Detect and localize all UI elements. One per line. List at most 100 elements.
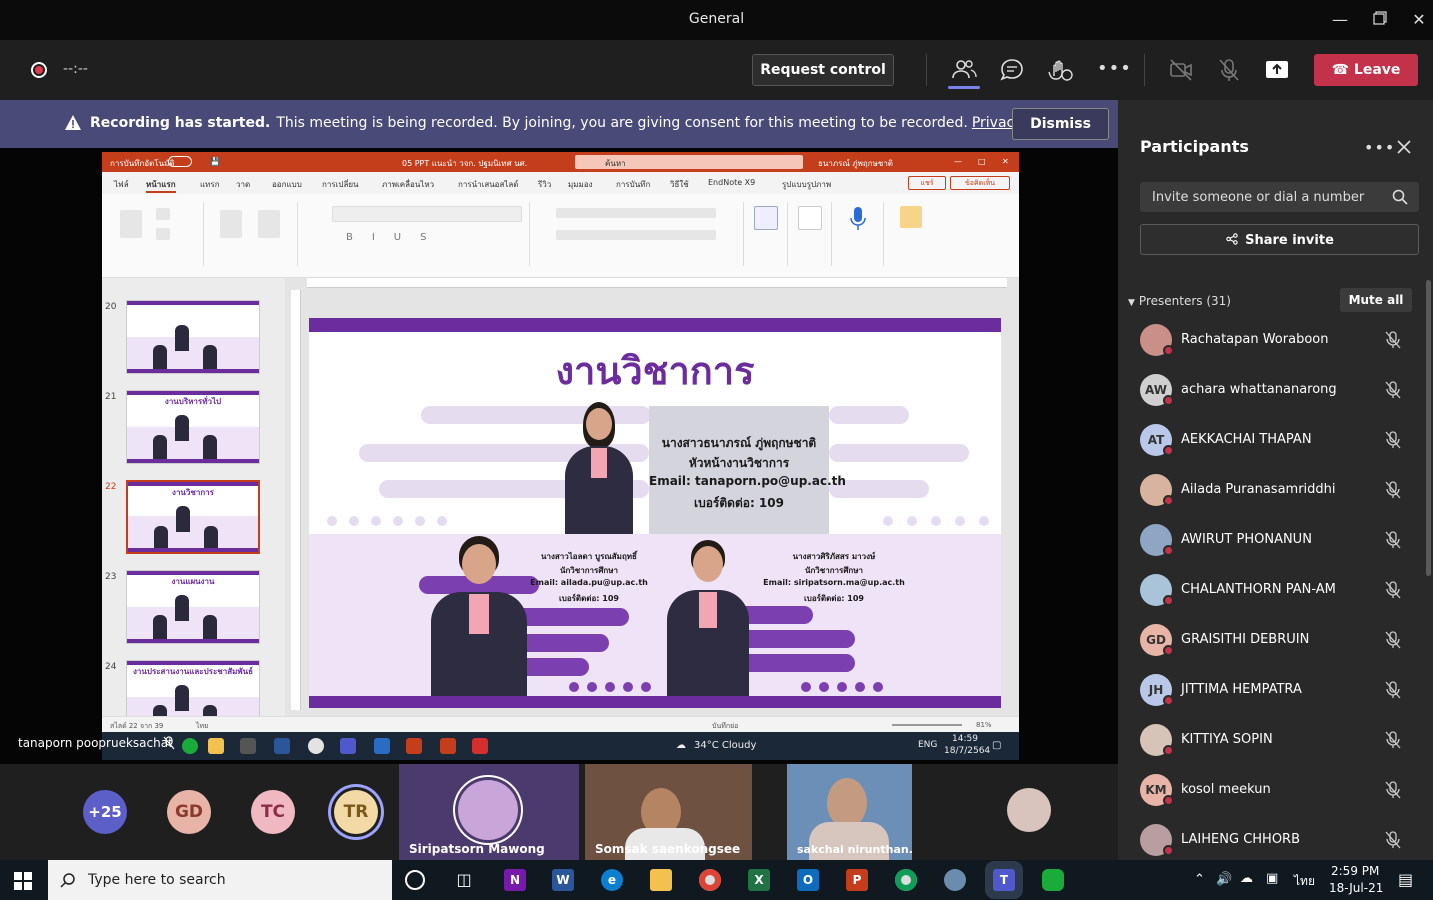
windows-start-icon[interactable] xyxy=(14,872,32,890)
participant-row[interactable]: KM kosol meekun xyxy=(1140,766,1420,816)
participant-row[interactable]: AT AEKKACHAI THAPAN xyxy=(1140,416,1420,466)
ppt-search-box[interactable]: ค้นหา xyxy=(575,155,803,169)
mic-off-icon[interactable] xyxy=(1384,780,1402,800)
find-icon[interactable] xyxy=(798,206,822,230)
camera-off-icon[interactable] xyxy=(1167,56,1195,84)
explorer-icon[interactable] xyxy=(208,738,224,754)
panel-scrollbar[interactable] xyxy=(1426,280,1431,576)
participant-row[interactable]: JH JITTIMA HEMPATRA xyxy=(1140,666,1420,716)
participant-row[interactable]: CHALANTHORN PAN-AM xyxy=(1140,566,1420,616)
paint-icon[interactable] xyxy=(944,869,966,891)
mic-off-icon[interactable] xyxy=(1384,430,1402,450)
participant-row[interactable]: Ailada Puranasamriddhi xyxy=(1140,466,1420,516)
reactions-icon[interactable] xyxy=(1046,56,1074,84)
zoom-level[interactable]: 81% xyxy=(976,721,992,729)
ribbon-tab[interactable]: EndNote X9 xyxy=(708,178,755,187)
close-window-icon[interactable]: ✕ xyxy=(1409,10,1429,30)
avatar-tr-speaking[interactable]: TR xyxy=(334,790,378,834)
participant-row[interactable]: GD GRAISITHI DEBRUIN xyxy=(1140,616,1420,666)
mic-off-icon[interactable] xyxy=(1384,730,1402,750)
mic-off-icon[interactable] xyxy=(1215,56,1243,84)
volume-icon[interactable]: 🔊 xyxy=(1216,872,1232,887)
cut-icon[interactable] xyxy=(156,208,170,220)
mic-off-icon[interactable] xyxy=(1384,680,1402,700)
invite-input[interactable]: Invite someone or dial a number xyxy=(1140,182,1419,212)
ppt-restore-icon[interactable]: □ xyxy=(978,157,986,166)
new-slide-icon[interactable] xyxy=(220,210,242,238)
maximize-icon[interactable] xyxy=(1370,10,1390,30)
network-icon[interactable]: ▣ xyxy=(1266,871,1278,886)
ribbon-tab[interactable]: การเปลี่ยน xyxy=(322,178,359,191)
action-center-icon[interactable]: ▤ xyxy=(1398,870,1413,889)
font-name-select[interactable] xyxy=(332,206,522,222)
taskbar-search-box[interactable]: Type here to search xyxy=(48,860,392,900)
participants-icon[interactable] xyxy=(950,56,978,84)
powerpoint-icon[interactable]: P xyxy=(846,869,868,891)
calculator-icon[interactable] xyxy=(240,738,256,754)
ribbon-tab[interactable]: วาด xyxy=(236,178,250,191)
ribbon-tab[interactable]: วิธีใช้ xyxy=(670,178,689,191)
mic-off-icon[interactable] xyxy=(1384,330,1402,350)
pdf-icon[interactable] xyxy=(472,738,488,754)
ribbon-tab[interactable]: รูปแบบรูปภาพ xyxy=(782,178,831,191)
ppt-share-button[interactable]: แชร์ xyxy=(908,176,946,190)
slide-thumbnail[interactable]: งานวิชาการ xyxy=(126,480,260,554)
clock-date[interactable]: 18-Jul-21 xyxy=(1329,881,1383,895)
participant-row[interactable]: Rachatapan Woraboon xyxy=(1140,316,1420,366)
reuse-slides-icon[interactable] xyxy=(258,210,280,238)
notes-button[interactable]: บันทึกย่อ xyxy=(712,721,738,732)
notification-icon[interactable]: ▢ xyxy=(992,740,1001,751)
ribbon-tab[interactable]: แทรก xyxy=(200,178,220,191)
shapes-icon[interactable] xyxy=(754,206,778,230)
panel-close-icon[interactable] xyxy=(1394,137,1414,157)
ppt-minimize-icon[interactable]: — xyxy=(954,157,962,166)
outlook-icon[interactable]: O xyxy=(797,869,819,891)
line-icon[interactable] xyxy=(1042,869,1064,891)
leave-button[interactable]: ☎ Leave xyxy=(1314,54,1418,86)
teams-icon[interactable] xyxy=(340,738,356,754)
mic-off-icon[interactable] xyxy=(1384,830,1402,850)
design-ideas-icon[interactable] xyxy=(900,206,922,228)
video-tile-sakchai[interactable]: sakchai nirunthan... xyxy=(787,764,912,860)
ribbon-tab[interactable]: รีวิว xyxy=(538,178,551,191)
avatar-gd[interactable]: GD xyxy=(167,790,211,834)
video-tile-siripatsorn[interactable]: Siripatsorn Mawong xyxy=(399,764,579,860)
participant-row[interactable]: KITTIYA SOPIN xyxy=(1140,716,1420,766)
save-icon[interactable]: 💾 xyxy=(210,157,220,166)
mute-all-button[interactable]: Mute all xyxy=(1340,288,1412,312)
align-icons[interactable] xyxy=(556,230,716,240)
paste-icon[interactable] xyxy=(120,210,142,238)
participant-row[interactable]: LAIHENG CHHORB xyxy=(1140,816,1420,866)
presenter-icon[interactable] xyxy=(440,738,456,754)
media-icon[interactable] xyxy=(374,738,390,754)
edge-icon[interactable]: e xyxy=(601,869,623,891)
ribbon-tab[interactable]: หน้าแรก xyxy=(146,178,176,193)
mic-off-icon[interactable] xyxy=(1384,530,1402,550)
ppt-close-icon[interactable]: ✕ xyxy=(1002,157,1009,166)
word-icon[interactable]: W xyxy=(552,869,574,891)
presenters-section-header[interactable]: ▼ Presenters (31) xyxy=(1128,294,1231,308)
share-screen-icon[interactable] xyxy=(1263,56,1291,84)
dictate-icon[interactable] xyxy=(850,206,866,232)
mic-off-icon[interactable] xyxy=(1384,480,1402,500)
minimize-icon[interactable]: — xyxy=(1330,10,1350,30)
current-slide[interactable]: งานวิชาการ นางสาวธนาภรณ์ ภู่พฤกษชาติ หัว… xyxy=(309,318,1001,708)
ribbon-tab[interactable]: ภาพเคลื่อนไหว xyxy=(382,178,434,191)
more-actions-icon[interactable]: ••• xyxy=(1097,58,1132,79)
slide-thumbnail[interactable]: งานบริหารทั่วไป xyxy=(126,390,260,464)
word-icon[interactable] xyxy=(274,738,290,754)
ribbon-tab[interactable]: การบันทึก xyxy=(616,178,650,191)
autosave-toggle[interactable] xyxy=(168,156,192,167)
mic-off-icon[interactable] xyxy=(1384,380,1402,400)
line-app-icon[interactable] xyxy=(182,738,198,754)
cloud-icon[interactable]: ☁ xyxy=(1240,871,1253,886)
ribbon-tab[interactable]: การนำเสนอสไลด์ xyxy=(458,178,519,191)
video-tile-somsak[interactable]: Somsak saenkongsee xyxy=(585,764,752,860)
mic-off-icon[interactable] xyxy=(1384,580,1402,600)
task-view-icon[interactable]: ◫ xyxy=(453,869,475,891)
clock-time[interactable]: 2:59 PM xyxy=(1331,864,1379,878)
onenote-icon[interactable]: N xyxy=(504,869,526,891)
share-invite-button[interactable]: Share invite xyxy=(1140,224,1419,255)
chat-icon[interactable] xyxy=(998,56,1026,84)
overflow-participants[interactable]: +25 xyxy=(83,790,127,834)
